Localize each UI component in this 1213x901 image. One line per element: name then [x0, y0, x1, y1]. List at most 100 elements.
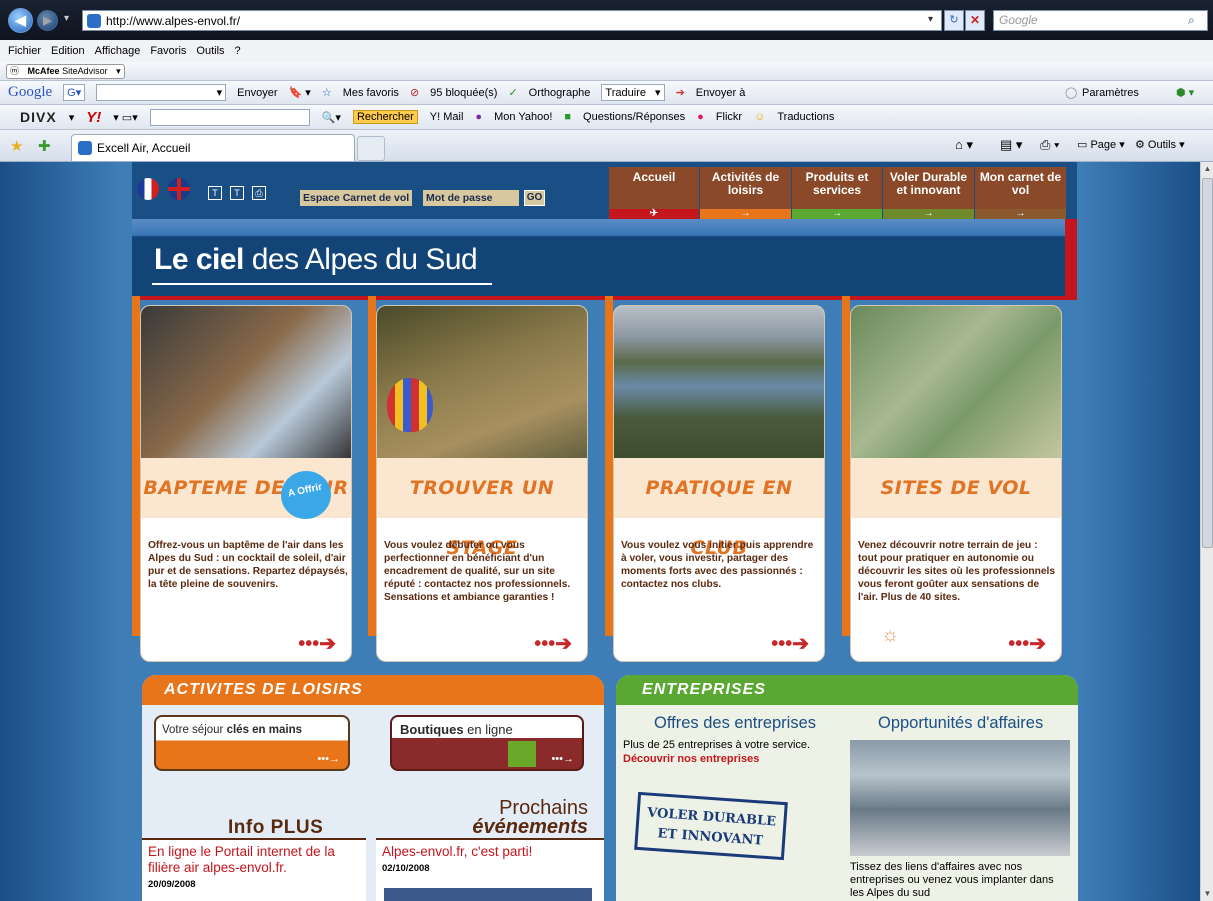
tab-title: Excell Air, Accueil: [97, 141, 191, 155]
nav-activites[interactable]: Activités de loisirs →: [700, 167, 791, 219]
traductions-button[interactable]: Traductions: [777, 111, 834, 123]
google-menu-button[interactable]: G▾: [63, 84, 86, 101]
search-icon[interactable]: ⌕: [1188, 13, 1195, 28]
event-title[interactable]: Alpes-envol.fr, c'est parti!: [382, 844, 598, 860]
news-item-portail[interactable]: En ligne le Portail internet de la filiè…: [142, 838, 366, 901]
news-title[interactable]: En ligne le Portail internet de la filiè…: [148, 844, 360, 876]
nav-voler-durable[interactable]: Voler Durable et innovant →: [883, 167, 974, 219]
orange-stripe: [842, 296, 850, 636]
stop-icon[interactable]: ✕: [965, 10, 985, 31]
mcafee-siteadvisor-button[interactable]: ⓜ McAfee SiteAdvisor ▾: [6, 63, 125, 79]
new-tab-button[interactable]: [357, 136, 385, 161]
sejour-label: Votre séjour clés en mains: [162, 724, 303, 736]
opportunites-title[interactable]: Opportunités d'affaires: [878, 714, 1043, 733]
card-club[interactable]: PRATIQUE EN CLUB Vous voulez vous initie…: [613, 305, 825, 662]
yahoo-dropdown-icon[interactable]: ▾ ▭▾: [113, 111, 138, 124]
orange-stripe: [605, 296, 613, 636]
arrow-right-icon[interactable]: •••➔: [1008, 631, 1046, 656]
sejour-button[interactable]: Votre séjour clés en mains •••→: [154, 715, 350, 771]
questions-button[interactable]: Questions/Réponses: [583, 111, 685, 123]
text-larger-icon[interactable]: T: [230, 186, 244, 200]
password-field[interactable]: Mot de passe: [423, 190, 519, 206]
bookmark-icon[interactable]: 🔖 ▾: [289, 86, 311, 99]
carnet-login-field[interactable]: Espace Carnet de vol: [300, 190, 413, 206]
add-favorite-icon[interactable]: ✚: [38, 137, 51, 155]
event-item-alpes-envol[interactable]: Alpes-envol.fr, c'est parti! 02/10/2008: [376, 838, 604, 901]
banner-underline: [152, 283, 492, 285]
decouvrir-link[interactable]: Découvrir nos entreprises: [623, 753, 759, 765]
card-text: Vous voulez débuter ou vous perfectionne…: [384, 540, 571, 603]
history-dropdown-icon[interactable]: ▾: [64, 13, 69, 24]
feeds-icon[interactable]: ▤ ▾: [1000, 137, 1022, 153]
yahoo-logo[interactable]: Y!: [86, 109, 101, 126]
menu-help[interactable]: ?: [235, 45, 241, 57]
nav-carnet[interactable]: Mon carnet de vol →: [975, 167, 1066, 219]
home-icon[interactable]: ⌂ ▾: [955, 137, 973, 153]
menu-outils[interactable]: Outils: [196, 45, 224, 57]
address-bar[interactable]: http://www.alpes-envol.fr/: [82, 10, 942, 31]
login-go-button[interactable]: GO: [524, 190, 545, 206]
divx-logo[interactable]: DIVX: [20, 109, 57, 125]
page-menu-button[interactable]: ▭ Page ▾: [1077, 138, 1125, 151]
nav-activites-bar: →: [700, 209, 791, 219]
menu-affichage[interactable]: Affichage: [95, 45, 141, 57]
address-url: http://www.alpes-envol.fr/: [106, 13, 241, 28]
print-page-icon[interactable]: ⎙: [252, 186, 266, 200]
tab-active[interactable]: Excell Air, Accueil: [71, 134, 355, 161]
mes-favoris-button[interactable]: Mes favoris: [343, 87, 399, 99]
card-text: Offrez-vous un baptême de l'air dans les…: [148, 540, 348, 590]
scroll-thumb[interactable]: [1202, 178, 1213, 548]
settings-dot-icon: ◯: [1065, 87, 1078, 99]
ie-page-icon: [78, 141, 92, 155]
envoyer-a-button[interactable]: Envoyer à: [696, 87, 746, 99]
menu-favoris[interactable]: Favoris: [150, 45, 186, 57]
tools-menu-button[interactable]: ⚙ Outils ▾: [1135, 138, 1185, 151]
voler-durable-stamp[interactable]: VOLER DURABLE ET INNOVANT: [634, 791, 788, 861]
menu-edition[interactable]: Edition: [51, 45, 85, 57]
flickr-button[interactable]: Flickr: [716, 111, 742, 123]
arrow-right-icon[interactable]: •••➔: [771, 631, 809, 656]
traduire-button[interactable]: Traduire ▾: [601, 84, 665, 101]
search-input[interactable]: Google: [993, 10, 1208, 31]
address-dropdown-icon[interactable]: ▾: [928, 14, 933, 25]
card-sites[interactable]: SITES DE VOL Venez découvrir notre terra…: [850, 305, 1062, 662]
menu-fichier[interactable]: Fichier: [8, 45, 41, 57]
hot-air-balloon-icon: [387, 378, 433, 432]
refresh-icon[interactable]: ↻: [944, 10, 964, 31]
card-bapteme[interactable]: BAPTEME DE L'AIR A Offrir Offrez-vous un…: [140, 305, 352, 662]
orthographe-button[interactable]: Orthographe: [529, 87, 591, 99]
scroll-down-icon[interactable]: ▼: [1202, 889, 1213, 899]
mon-yahoo-button[interactable]: Mon Yahoo!: [494, 111, 552, 123]
arrow-right-icon[interactable]: •••➔: [534, 631, 572, 656]
popup-blocked-count[interactable]: 95 bloquée(s): [430, 87, 497, 99]
text-smaller-icon[interactable]: T: [208, 186, 222, 200]
nav-voler-durable-bar: →: [883, 209, 974, 219]
addon-icon[interactable]: ⬢ ▾: [1176, 86, 1194, 99]
google-envoyer-button[interactable]: Envoyer: [237, 87, 277, 99]
tab-row: ★ ✚ Excell Air, Accueil ⌂ ▾ ▤ ▾ ⎙ ▾ ▭ Pa…: [0, 130, 1213, 162]
google-logo: Google: [8, 84, 53, 100]
divx-yahoo-toolbar: DIVX ▾ Y! ▾ ▭▾ 🔍▾ Rechercher Y! Mail ● M…: [0, 105, 1213, 130]
event-thumbnail: [384, 888, 592, 901]
yahoo-search-input[interactable]: [149, 108, 310, 126]
google-search-input[interactable]: ▾: [96, 84, 227, 101]
vertical-scrollbar[interactable]: ▲ ▼: [1200, 162, 1213, 901]
arrow-right-icon[interactable]: •••➔: [298, 631, 336, 656]
back-button[interactable]: ◀: [8, 8, 33, 33]
offres-title[interactable]: Offres des entreprises: [654, 714, 816, 733]
parametres-button[interactable]: Paramètres: [1082, 87, 1139, 99]
scroll-up-icon[interactable]: ▲: [1202, 164, 1213, 174]
ymail-button[interactable]: Y! Mail: [430, 111, 464, 123]
forward-button[interactable]: ▶: [37, 10, 58, 31]
favorites-star-icon[interactable]: ★: [10, 137, 23, 155]
print-icon[interactable]: ⎙ ▾: [1040, 137, 1059, 153]
search-icon[interactable]: 🔍▾: [322, 111, 341, 124]
divx-dropdown-icon[interactable]: ▾: [69, 111, 75, 124]
nav-accueil[interactable]: Accueil ✈: [609, 167, 699, 219]
flag-fr-icon[interactable]: [137, 178, 159, 200]
card-stage[interactable]: TROUVER UN STAGE Vous voulez débuter ou …: [376, 305, 588, 662]
nav-produits[interactable]: Produits et services →: [792, 167, 882, 219]
flag-uk-icon[interactable]: [168, 178, 190, 200]
boutiques-button[interactable]: Boutiques en ligne •••→: [390, 715, 584, 771]
rechercher-button[interactable]: Rechercher: [352, 110, 418, 124]
